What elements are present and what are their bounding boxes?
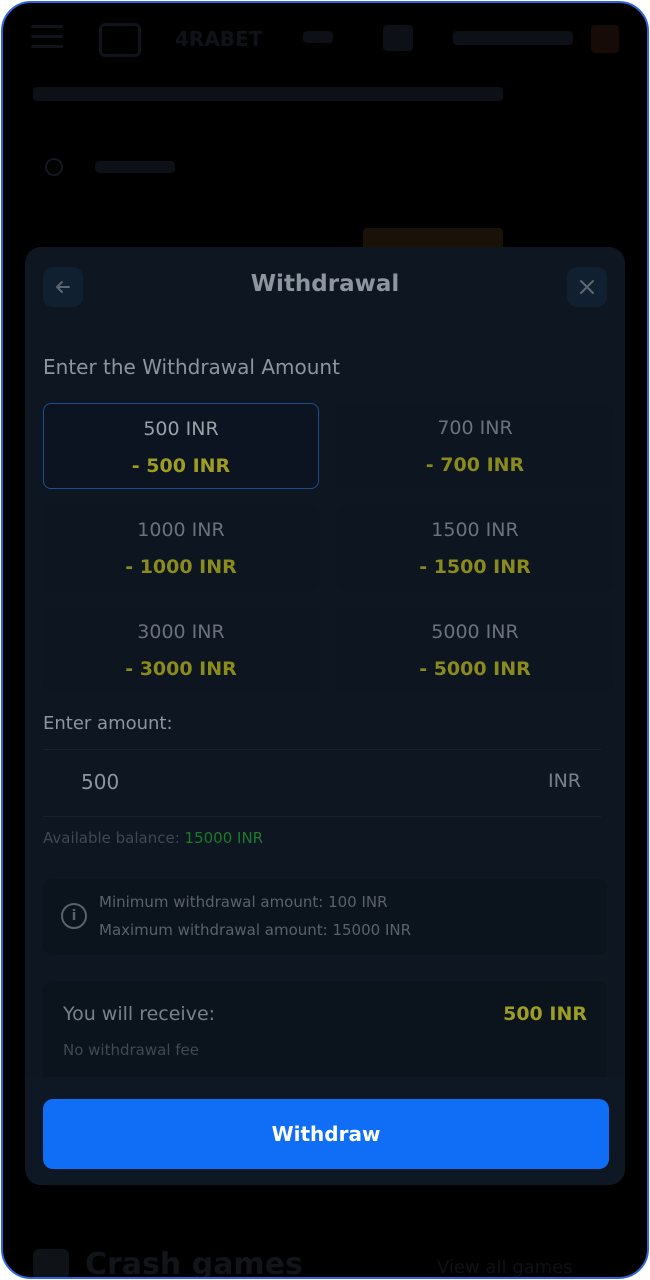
modal-header: Withdrawal: [25, 247, 625, 327]
balance-label: Available balance:: [43, 829, 185, 847]
amount-input-label: Enter amount:: [43, 713, 173, 734]
close-button[interactable]: [567, 267, 607, 307]
option-bonus: - 1500 INR: [419, 556, 531, 578]
amount-currency: INR: [547, 770, 581, 792]
background-top-bar: 4RABET: [3, 3, 647, 73]
option-bonus: - 3000 INR: [125, 658, 237, 680]
option-bonus: - 1000 INR: [125, 556, 237, 578]
search-icon: [45, 158, 63, 176]
amount-input[interactable]: 500 INR: [43, 749, 601, 817]
amount-option-5000[interactable]: 5000 INR - 5000 INR: [337, 607, 613, 693]
background-logo: 4RABET: [175, 27, 263, 51]
crash-games-icon: [33, 1249, 69, 1277]
receive-value: 500 INR: [503, 1003, 587, 1025]
receive-label: You will receive:: [63, 1003, 216, 1025]
background-view-all: View all games: [437, 1257, 573, 1278]
modal-title: Withdrawal: [250, 271, 400, 297]
amount-option-1000[interactable]: 1000 INR - 1000 INR: [43, 505, 319, 591]
option-bonus: - 5000 INR: [419, 658, 531, 680]
withdraw-button[interactable]: Withdraw: [43, 1099, 609, 1169]
withdrawal-modal: Withdrawal Enter the Withdrawal Amount 5…: [25, 247, 625, 1185]
modal-footer: Withdraw: [25, 1077, 625, 1185]
max-withdrawal: Maximum withdrawal amount: 15000 INR: [99, 921, 412, 939]
background-text-line: [33, 87, 503, 101]
background-badge: [303, 31, 333, 43]
balance-value: 15000 INR: [184, 829, 264, 847]
amount-input-value: 500: [81, 770, 120, 794]
amount-option-700[interactable]: 700 INR - 700 INR: [337, 403, 613, 489]
info-icon: i: [61, 903, 87, 929]
amount-option-500[interactable]: 500 INR - 500 INR: [43, 403, 319, 489]
close-icon: [580, 280, 594, 294]
option-amount: 1500 INR: [431, 519, 519, 541]
option-bonus: - 500 INR: [131, 455, 231, 477]
chat-icon: [99, 23, 141, 57]
amount-section-title: Enter the Withdrawal Amount: [43, 355, 340, 379]
amount-option-1500[interactable]: 1500 INR - 1500 INR: [337, 505, 613, 591]
min-withdrawal: Minimum withdrawal amount: 100 INR: [99, 893, 388, 911]
option-amount: 700 INR: [437, 417, 513, 439]
receive-summary: You will receive: 500 INR No withdrawal …: [43, 981, 607, 1091]
background-balance: [453, 31, 573, 45]
option-bonus: - 700 INR: [425, 454, 525, 476]
withdrawal-limits: i Minimum withdrawal amount: 100 INR Max…: [43, 879, 607, 955]
available-balance: Available balance: 15000 INR: [43, 829, 263, 847]
phone-frame: 4RABET Crash games View all games Withdr…: [1, 1, 649, 1279]
deposit-icon: [591, 25, 619, 53]
background-section-title: Crash games: [85, 1247, 303, 1279]
option-amount: 5000 INR: [431, 621, 519, 643]
option-amount: 500 INR: [143, 418, 219, 440]
option-amount: 1000 INR: [137, 519, 225, 541]
withdrawal-fee: No withdrawal fee: [63, 1041, 200, 1059]
amount-option-3000[interactable]: 3000 INR - 3000 INR: [43, 607, 319, 693]
background-search-text: [95, 161, 175, 173]
menu-icon: [31, 25, 63, 49]
gift-icon: [383, 25, 413, 51]
option-amount: 3000 INR: [137, 621, 225, 643]
